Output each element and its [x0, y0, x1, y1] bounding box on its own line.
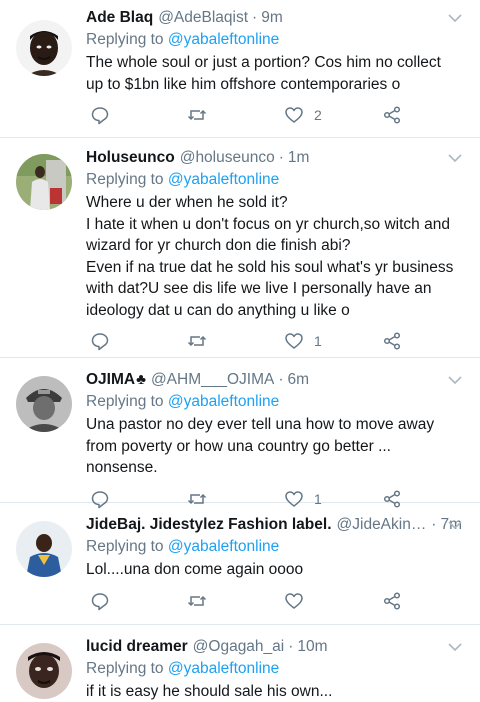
tweet-header: JideBaj. Jidestylez Fashion label. @Jide… [86, 515, 462, 535]
chevron-down-icon[interactable] [448, 13, 462, 23]
avatar[interactable] [16, 643, 72, 699]
retweet-button[interactable] [187, 591, 207, 611]
user-handle[interactable]: @JideAkint... [337, 515, 428, 535]
mention-link[interactable]: @yabaleftonline [168, 393, 279, 410]
heart-icon [285, 592, 303, 609]
reply-button[interactable] [90, 591, 110, 611]
timestamp[interactable]: 6m [288, 370, 310, 390]
user-handle[interactable]: @holuseunco [180, 148, 275, 168]
replying-to: Replying to @yabaleftonline [86, 659, 462, 679]
tweet[interactable]: OJIMA♣ @AHM___OJIMA · 6m Replying to @ya… [0, 358, 480, 508]
retweet-icon [187, 109, 207, 121]
display-name-text: OJIMA [86, 371, 136, 388]
tweet-header: Ade Blaq @AdeBlaqist · 9m [86, 8, 462, 28]
heart-icon [285, 107, 303, 123]
action-bar [86, 591, 462, 617]
replying-to-label: Replying to [86, 393, 168, 410]
tweet-header: OJIMA♣ @AHM___OJIMA · 6m [86, 370, 462, 390]
tweet[interactable]: Holuseunco @holuseunco · 1m Replying to … [0, 138, 480, 358]
tweet[interactable]: JideBaj. Jidestylez Fashion label. @Jide… [0, 503, 480, 625]
display-name[interactable]: lucid dreamer [86, 637, 188, 657]
action-bar: 2 [86, 105, 462, 131]
retweet-button[interactable] [187, 331, 207, 351]
tweet-text: The whole soul or just a portion? Cos hi… [86, 54, 441, 93]
chevron-down-icon[interactable] [448, 520, 462, 530]
tweet[interactable]: lucid dreamer @Ogagah_ai · 10m Replying … [0, 625, 480, 702]
avatar[interactable] [16, 521, 72, 577]
user-handle[interactable]: @AHM___OJIMA [151, 370, 274, 390]
replying-to-label: Replying to [86, 31, 168, 48]
display-name[interactable]: Ade Blaq [86, 8, 153, 28]
chevron-down-icon[interactable] [448, 375, 462, 385]
timestamp[interactable]: 10m [297, 637, 327, 657]
mention-link[interactable]: @yabaleftonline [168, 660, 279, 677]
retweet-icon [187, 595, 207, 606]
reply-button[interactable] [90, 105, 110, 125]
like-button[interactable]: 2 [284, 105, 322, 125]
timeline: Ade Blaq @AdeBlaqist · 9m Replying to @y… [0, 0, 480, 702]
avatar[interactable] [16, 20, 72, 76]
share-icon [383, 332, 401, 350]
like-button[interactable] [284, 591, 314, 611]
chevron-down-icon[interactable] [448, 153, 462, 163]
tweet-text: Lol....una don come again oooo [86, 561, 304, 578]
replying-to-label: Replying to [86, 660, 168, 677]
heart-icon [285, 333, 303, 349]
display-name[interactable]: Holuseunco [86, 148, 175, 168]
share-button[interactable] [382, 591, 402, 611]
share-button[interactable] [382, 105, 402, 125]
display-name[interactable]: OJIMA♣ [86, 370, 146, 390]
timestamp[interactable]: 9m [261, 8, 283, 28]
tweet-text: Where u der when he sold it? I hate it w… [86, 194, 454, 319]
separator-dot: · [431, 516, 437, 533]
chevron-down-icon[interactable] [448, 642, 462, 652]
reply-icon [91, 592, 109, 610]
action-bar: 1 [86, 331, 462, 357]
replying-to: Replying to @yabaleftonline [86, 392, 462, 412]
club-emoji: ♣ [136, 371, 146, 388]
avatar[interactable] [16, 376, 72, 432]
reply-icon [91, 333, 109, 351]
user-handle[interactable]: @AdeBlaqist [158, 8, 248, 28]
separator-dot: · [278, 149, 284, 166]
replying-to: Replying to @yabaleftonline [86, 170, 462, 190]
replying-to-label: Replying to [86, 171, 168, 188]
tweet-text: if it is easy he should sale his own... [86, 683, 333, 700]
replying-to: Replying to @yabaleftonline [86, 537, 462, 557]
reply-icon [91, 107, 109, 125]
display-name[interactable]: JideBaj. Jidestylez Fashion label. [86, 515, 332, 535]
like-count: 2 [314, 107, 322, 123]
timestamp[interactable]: 1m [288, 148, 310, 168]
share-button[interactable] [382, 331, 402, 351]
retweet-button[interactable] [187, 105, 207, 125]
separator-dot: · [288, 638, 294, 655]
tweet-header: Holuseunco @holuseunco · 1m [86, 148, 462, 168]
mention-link[interactable]: @yabaleftonline [168, 538, 279, 555]
like-button[interactable]: 1 [284, 331, 322, 351]
tweet-text: Una pastor no dey ever tell una how to m… [86, 416, 435, 476]
avatar[interactable] [16, 154, 72, 210]
replying-to: Replying to @yabaleftonline [86, 30, 462, 50]
reply-button[interactable] [90, 331, 110, 351]
retweet-icon [187, 335, 207, 347]
replying-to-label: Replying to [86, 538, 168, 555]
mention-link[interactable]: @yabaleftonline [168, 171, 279, 188]
tweet[interactable]: Ade Blaq @AdeBlaqist · 9m Replying to @y… [0, 0, 480, 138]
share-icon [383, 106, 401, 124]
share-icon [383, 591, 401, 610]
separator-dot: · [252, 9, 258, 26]
tweet-header: lucid dreamer @Ogagah_ai · 10m [86, 637, 462, 657]
like-count: 1 [314, 333, 322, 349]
separator-dot: · [278, 371, 284, 388]
mention-link[interactable]: @yabaleftonline [168, 31, 279, 48]
user-handle[interactable]: @Ogagah_ai [193, 637, 285, 657]
